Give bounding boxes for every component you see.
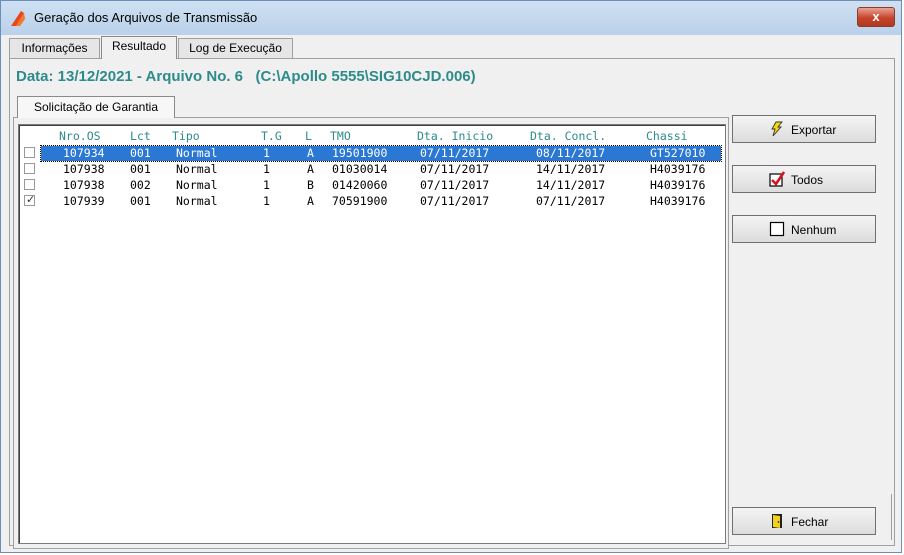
cell-lct: 001	[130, 194, 151, 208]
header-date-file: Data: 13/12/2021 - Arquivo No. 6	[16, 68, 244, 85]
cell-tmo: 19501900	[332, 146, 388, 160]
cell-lct: 001	[130, 162, 151, 176]
app-logo-icon	[11, 11, 25, 26]
cell-dta-concl: 14/11/2017	[536, 178, 606, 192]
todos-button[interactable]: Todos	[732, 165, 876, 193]
table-row[interactable]: 107938 002 Normal 1 B 01420060 07/11/201…	[19, 177, 725, 193]
fechar-button[interactable]: Fechar	[732, 507, 876, 535]
cell-dta-inicio: 07/11/2017	[420, 194, 490, 208]
nenhum-label: Nenhum	[791, 223, 837, 237]
cell-tmo: 01030014	[332, 162, 388, 176]
results-grid[interactable]: Nro.OS Lct Tipo T.G L TMO Dta. Inicio Dt…	[18, 124, 726, 544]
fechar-label: Fechar	[791, 515, 829, 529]
col-header-dta-inicio[interactable]: Dta. Inicio	[417, 129, 493, 143]
cell-tipo: Normal	[176, 162, 218, 176]
cell-nro-os: 107934	[63, 146, 105, 160]
exportar-button[interactable]: Exportar	[732, 115, 876, 143]
app-window: Geração dos Arquivos de Transmissão x In…	[0, 0, 902, 553]
divider	[891, 494, 892, 540]
cell-dta-inicio: 07/11/2017	[420, 162, 490, 176]
cell-tipo: Normal	[176, 194, 218, 208]
col-header-l[interactable]: L	[305, 129, 312, 143]
cell-tipo: Normal	[176, 178, 218, 192]
cell-dta-concl: 14/11/2017	[536, 162, 606, 176]
tab-solicitacao-de-garantia[interactable]: Solicitação de Garantia	[17, 96, 175, 118]
cell-lct: 002	[130, 178, 151, 192]
garantia-panel: Nro.OS Lct Tipo T.G L TMO Dta. Inicio Dt…	[13, 117, 729, 549]
row-checkbox[interactable]	[24, 147, 35, 158]
lightning-icon	[771, 121, 783, 137]
cell-nro-os: 107938	[63, 162, 105, 176]
col-header-tg[interactable]: T.G	[261, 129, 282, 143]
nenhum-button[interactable]: Nenhum	[732, 215, 876, 243]
cell-chassi: H4039176	[650, 194, 706, 208]
cell-tg: 1	[263, 162, 270, 176]
table-row[interactable]: ✓ 107939 001 Normal 1 A 70591900 07/11/2…	[19, 193, 725, 209]
row-checkbox[interactable]	[24, 179, 35, 190]
cell-chassi: H4039176	[650, 178, 706, 192]
cell-tg: 1	[263, 146, 270, 160]
col-header-chassi[interactable]: Chassi	[646, 129, 688, 143]
col-header-tipo[interactable]: Tipo	[172, 129, 200, 143]
cell-dta-inicio: 07/11/2017	[420, 146, 490, 160]
title-bar[interactable]: Geração dos Arquivos de Transmissão x	[1, 1, 901, 35]
cell-dta-concl: 07/11/2017	[536, 194, 606, 208]
tab-log-de-execucao[interactable]: Log de Execução	[178, 38, 293, 58]
col-header-nro-os[interactable]: Nro.OS	[59, 129, 101, 143]
cell-l: A	[307, 194, 314, 208]
row-checkbox[interactable]	[24, 163, 35, 174]
cell-tg: 1	[263, 178, 270, 192]
tab-informacoes[interactable]: Informações	[9, 38, 100, 58]
cell-l: A	[307, 162, 314, 176]
cell-l: B	[307, 178, 314, 192]
cell-tipo: Normal	[176, 146, 218, 160]
todos-label: Todos	[791, 173, 824, 187]
cell-tmo: 01420060	[332, 178, 388, 192]
cell-dta-concl: 08/11/2017	[536, 146, 606, 160]
cell-chassi: GT527010	[650, 146, 706, 160]
cell-dta-inicio: 07/11/2017	[420, 178, 490, 192]
row-checkbox[interactable]: ✓	[24, 193, 36, 206]
tab-resultado[interactable]: Resultado	[101, 36, 177, 59]
close-button[interactable]: x	[857, 7, 895, 27]
cell-nro-os: 107939	[63, 194, 105, 208]
cell-nro-os: 107938	[63, 178, 105, 192]
cell-lct: 001	[130, 146, 151, 160]
header-file-path: (C:\Apollo 5555\SIG10CJD.006)	[255, 68, 476, 85]
exportar-label: Exportar	[791, 123, 837, 137]
window-title: Geração dos Arquivos de Transmissão	[34, 10, 258, 25]
checkmark-icon: ✓	[26, 193, 36, 206]
empty-box-icon	[769, 221, 785, 237]
col-header-dta-concl[interactable]: Dta. Concl.	[530, 129, 606, 143]
cell-chassi: H4039176	[650, 162, 706, 176]
cell-l: A	[307, 146, 314, 160]
checked-box-icon	[769, 171, 785, 187]
cell-tg: 1	[263, 194, 270, 208]
page-title: Data: 13/12/2021 - Arquivo No. 6 (C:\Apo…	[16, 68, 476, 85]
col-header-lct[interactable]: Lct	[130, 129, 151, 143]
col-header-tmo[interactable]: TMO	[330, 129, 351, 143]
table-row[interactable]: 107938 001 Normal 1 A 01030014 07/11/201…	[19, 161, 725, 177]
table-row[interactable]: 107934 001 Normal 1 A 19501900 07/11/201…	[19, 145, 725, 162]
cell-tmo: 70591900	[332, 194, 388, 208]
door-icon	[772, 514, 782, 528]
